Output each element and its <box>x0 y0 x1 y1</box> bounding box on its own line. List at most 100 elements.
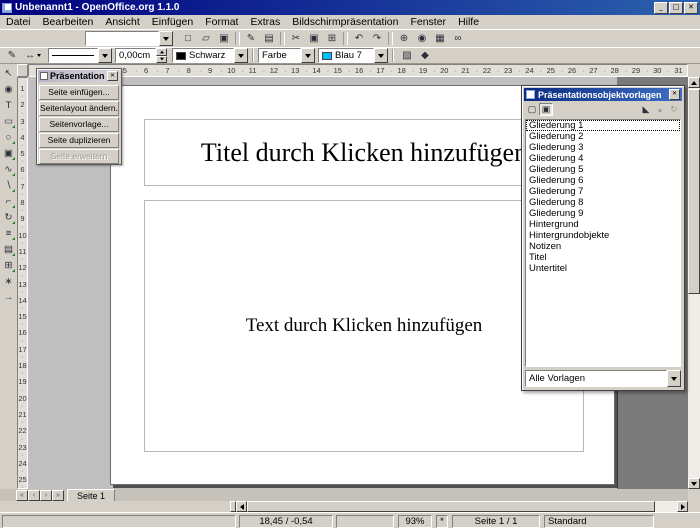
dropdown-arrow-icon[interactable] <box>159 31 173 46</box>
styles-close-icon[interactable]: ✕ <box>669 89 680 100</box>
toolbar-separator[interactable] <box>388 32 393 45</box>
last-page-button[interactable]: » <box>52 490 64 501</box>
status-zoom[interactable]: 93% <box>398 515 432 528</box>
rectangle-tool-icon[interactable]: ▭ <box>1 114 16 129</box>
dropdown-arrow-icon[interactable] <box>234 48 248 63</box>
open-icon[interactable]: ▱ <box>197 31 215 46</box>
palette-button[interactable]: Seite einfügen... <box>39 85 119 100</box>
dropdown-arrow-icon[interactable] <box>374 48 388 63</box>
dropdown-arrow-icon[interactable] <box>301 48 315 63</box>
scroll-down-icon[interactable] <box>688 478 700 489</box>
menu-item[interactable]: Datei <box>0 15 37 29</box>
status-page-style[interactable]: Standard <box>544 515 654 528</box>
arrange-tool-icon[interactable]: ▤ <box>1 242 16 257</box>
palette-button[interactable]: Seitenvorlage... <box>39 117 119 132</box>
palette-close-icon[interactable]: ✕ <box>107 71 118 81</box>
spin-down-icon[interactable] <box>156 56 167 64</box>
vertical-scrollbar-track[interactable] <box>688 88 700 478</box>
copy-icon[interactable]: ▣ <box>305 31 323 46</box>
menu-item[interactable]: Extras <box>244 15 286 29</box>
toolbar-separator[interactable] <box>343 32 348 45</box>
presentation-styles-icon[interactable]: ▣ <box>539 103 553 116</box>
line-width-spinner[interactable]: 0,00cm <box>115 48 167 63</box>
toolbar-separator[interactable] <box>280 32 285 45</box>
palette-title-bar[interactable]: Präsentation ✕ <box>38 70 120 82</box>
navigator-icon[interactable]: ⊕ <box>395 31 413 46</box>
style-item[interactable]: Gliederung 3 <box>526 142 680 153</box>
redo-icon[interactable]: ↷ <box>368 31 386 46</box>
status-position[interactable]: 18,45 / -0,54 <box>239 515 333 528</box>
line-tool-icon[interactable]: ∖ <box>1 178 16 193</box>
rotate-tool-icon[interactable]: ↻ <box>1 210 16 225</box>
threed-icon[interactable]: ◆ <box>416 48 434 63</box>
menu-item[interactable]: Ansicht <box>99 15 145 29</box>
horizontal-scrollbar-track[interactable] <box>247 501 677 512</box>
style-item[interactable]: Gliederung 7 <box>526 186 680 197</box>
menu-item[interactable]: Bearbeiten <box>37 15 100 29</box>
undo-icon[interactable]: ↶ <box>350 31 368 46</box>
scroll-right-icon[interactable] <box>677 501 688 512</box>
style-item[interactable]: Notizen <box>526 241 680 252</box>
style-item[interactable]: Titel <box>526 252 680 263</box>
arrowheads-icon[interactable]: ↔ <box>21 48 45 63</box>
menu-item[interactable]: Hilfe <box>452 15 485 29</box>
palette-button[interactable]: Seite erweitern <box>39 149 119 164</box>
new-document-icon[interactable]: □ <box>179 31 197 46</box>
align-tool-icon[interactable]: ≡ <box>1 226 16 241</box>
update-style-icon[interactable]: ↻ <box>667 103 681 116</box>
scroll-left-icon[interactable] <box>236 501 247 512</box>
ellipse-tool-icon[interactable]: ○ <box>1 130 16 145</box>
style-item[interactable]: Gliederung 5 <box>526 164 680 175</box>
gallery-icon[interactable]: ▦ <box>431 31 449 46</box>
style-item[interactable]: Gliederung 8 <box>526 197 680 208</box>
menu-item[interactable]: Format <box>199 15 244 29</box>
dropdown-arrow-icon[interactable] <box>98 48 112 63</box>
style-item[interactable]: Gliederung 6 <box>526 175 680 186</box>
styles-title-bar[interactable]: Präsentationsobjektvorlagen ✕ <box>524 88 682 101</box>
horizontal-scrollbar-thumb[interactable] <box>247 501 655 512</box>
fill-type-combo[interactable]: Farbe <box>258 48 315 63</box>
palette-button[interactable]: Seitenlayout ändern... <box>39 101 119 116</box>
style-item[interactable]: Hintergrund <box>526 219 680 230</box>
object3d-tool-icon[interactable]: ▣ <box>1 146 16 161</box>
style-item[interactable]: Hintergrundobjekte <box>526 230 680 241</box>
menu-item[interactable]: Einfügen <box>146 15 199 29</box>
scroll-up-icon[interactable] <box>688 77 700 88</box>
insert-tool-icon[interactable]: ⊞ <box>1 258 16 273</box>
effects-tool-icon[interactable]: ∗ <box>1 274 16 289</box>
close-button[interactable]: ✕ <box>684 2 698 14</box>
print-icon[interactable]: ▤ <box>260 31 278 46</box>
vertical-scrollbar-thumb[interactable] <box>688 89 700 294</box>
connector-tool-icon[interactable]: ⌐ <box>1 194 16 209</box>
text-placeholder[interactable]: Text durch Klicken hinzufügen <box>144 200 584 452</box>
interaction-tool-icon[interactable]: → <box>1 290 16 305</box>
title-placeholder[interactable]: Titel durch Klicken hinzufügen <box>144 119 584 186</box>
style-item[interactable]: Gliederung 2 <box>526 131 680 142</box>
zoom-tool-icon[interactable]: ◉ <box>1 82 16 97</box>
style-item[interactable]: Untertitel <box>526 263 680 274</box>
text-tool-icon[interactable]: T <box>1 98 16 113</box>
line-color-combo[interactable]: Schwarz <box>172 48 248 63</box>
style-item[interactable]: Gliederung 4 <box>526 153 680 164</box>
spin-up-icon[interactable] <box>156 48 167 56</box>
hyperlink-icon[interactable]: ∞ <box>449 31 467 46</box>
paste-icon[interactable]: ⊞ <box>323 31 341 46</box>
first-page-button[interactable]: « <box>16 490 28 501</box>
maximize-button[interactable]: □ <box>669 2 683 14</box>
edit-file-icon[interactable]: ✎ <box>242 31 260 46</box>
new-style-icon[interactable]: ▫ <box>653 103 667 116</box>
menu-item[interactable]: Bildschirmpräsentation <box>286 15 404 29</box>
zoom-icon[interactable]: ◉ <box>413 31 431 46</box>
vertical-ruler[interactable]: 1234567891011121314151617181920212223242… <box>17 77 28 489</box>
menu-item[interactable]: Fenster <box>404 15 452 29</box>
status-page[interactable]: Seite 1 / 1 <box>452 515 540 528</box>
prev-page-button[interactable]: ‹ <box>28 490 40 501</box>
curve-tool-icon[interactable]: ∿ <box>1 162 16 177</box>
palette-button[interactable]: Seite duplizieren <box>39 133 119 148</box>
style-item[interactable]: Gliederung 9 <box>526 208 680 219</box>
horizontal-ruler[interactable]: 1234567891011121314151617181920212223242… <box>28 64 688 77</box>
select-tool-icon[interactable]: ↖ <box>1 66 16 81</box>
save-icon[interactable]: ▣ <box>215 31 233 46</box>
toolbar-separator[interactable] <box>235 32 240 45</box>
next-page-button[interactable]: › <box>40 490 52 501</box>
